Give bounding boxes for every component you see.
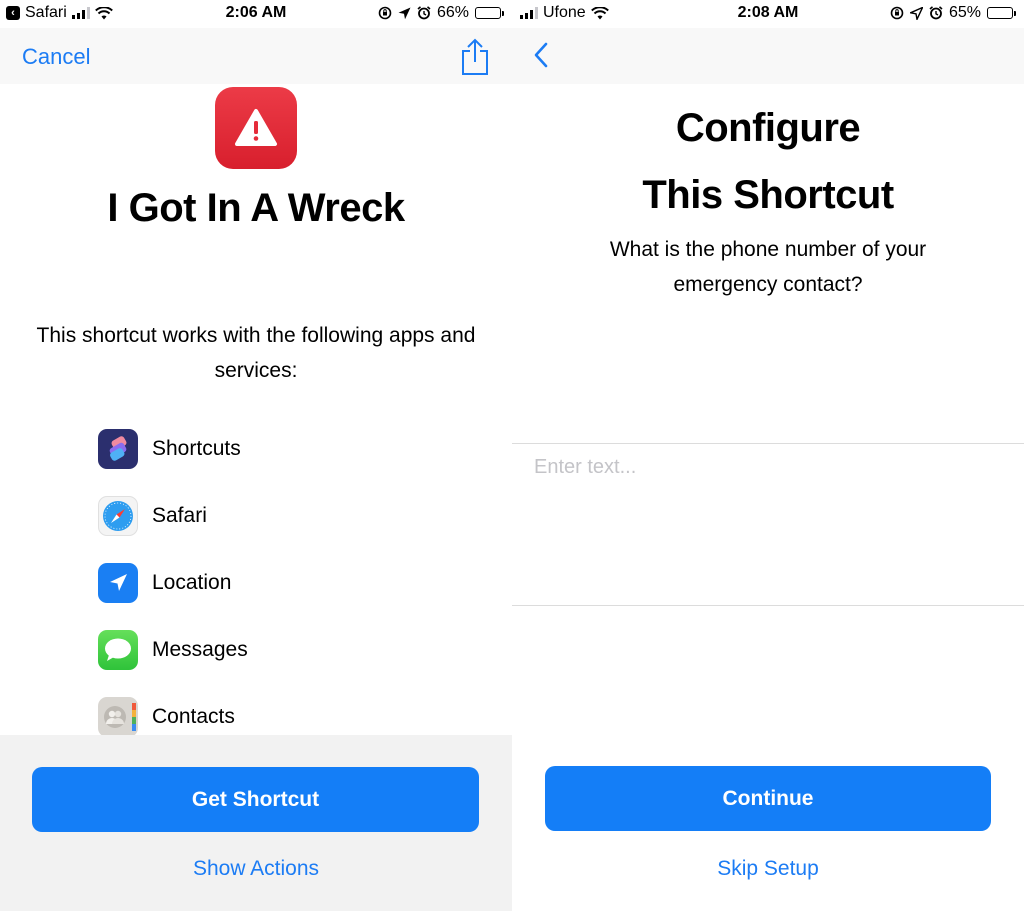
app-row-contacts: Contacts bbox=[98, 696, 235, 738]
shortcut-title: I Got In A Wreck bbox=[107, 186, 405, 230]
battery-icon bbox=[987, 7, 1016, 19]
alarm-icon bbox=[929, 6, 943, 20]
safari-app-icon bbox=[98, 496, 138, 536]
get-shortcut-button[interactable]: Get Shortcut bbox=[32, 767, 479, 832]
navigation-bar bbox=[512, 28, 1024, 84]
shortcut-icon bbox=[215, 87, 297, 169]
app-row-safari: Safari bbox=[98, 495, 207, 537]
location-app-icon bbox=[98, 563, 138, 603]
navigation-bar: Cancel bbox=[0, 28, 512, 84]
battery-percent: 65% bbox=[948, 4, 981, 21]
skip-setup-button[interactable]: Skip Setup bbox=[512, 857, 1024, 881]
app-label: Contacts bbox=[152, 705, 235, 728]
shortcuts-app-icon bbox=[98, 429, 138, 469]
configure-shortcut-screen: Ufone 2:08 AM 65% Configure This Shortcu… bbox=[512, 0, 1024, 911]
contacts-app-icon bbox=[98, 697, 138, 737]
app-label: Location bbox=[152, 571, 232, 594]
show-actions-button[interactable]: Show Actions bbox=[0, 857, 512, 881]
cancel-button[interactable]: Cancel bbox=[22, 44, 90, 70]
app-label: Shortcuts bbox=[152, 437, 241, 460]
status-bar: ‹ Safari 2:06 AM 66% bbox=[0, 0, 512, 28]
rotation-lock-icon bbox=[378, 6, 392, 20]
app-label: Safari bbox=[152, 504, 207, 527]
app-label: Messages bbox=[152, 638, 248, 661]
location-arrow-icon bbox=[398, 7, 411, 19]
app-row-location: Location bbox=[98, 562, 231, 604]
messages-app-icon bbox=[98, 630, 138, 670]
warning-icon bbox=[235, 109, 277, 146]
rotation-lock-icon bbox=[890, 6, 904, 20]
app-row-messages: Messages bbox=[98, 629, 248, 671]
emergency-contact-input[interactable] bbox=[512, 444, 1024, 605]
bottom-action-area: Get Shortcut Show Actions bbox=[0, 735, 512, 911]
status-bar: Ufone 2:08 AM 65% bbox=[512, 0, 1024, 28]
alarm-icon bbox=[417, 6, 431, 20]
works-with-description: This shortcut works with the following a… bbox=[36, 324, 476, 382]
configure-title-line1: Configure bbox=[675, 106, 861, 150]
battery-percent: 66% bbox=[436, 4, 469, 21]
app-row-shortcuts: Shortcuts bbox=[98, 428, 241, 470]
configure-title-line2: This Shortcut bbox=[642, 173, 894, 217]
battery-icon bbox=[475, 7, 504, 19]
emergency-contact-field-container bbox=[512, 443, 1024, 606]
chevron-left-icon[interactable] bbox=[532, 40, 550, 75]
shortcut-detail-screen: ‹ Safari 2:06 AM 66% Cancel I Got In A W… bbox=[0, 0, 512, 911]
share-icon[interactable] bbox=[460, 38, 490, 81]
continue-button[interactable]: Continue bbox=[545, 766, 991, 831]
location-arrow-icon bbox=[909, 6, 923, 20]
configure-question: What is the phone number of your emergen… bbox=[609, 238, 927, 296]
